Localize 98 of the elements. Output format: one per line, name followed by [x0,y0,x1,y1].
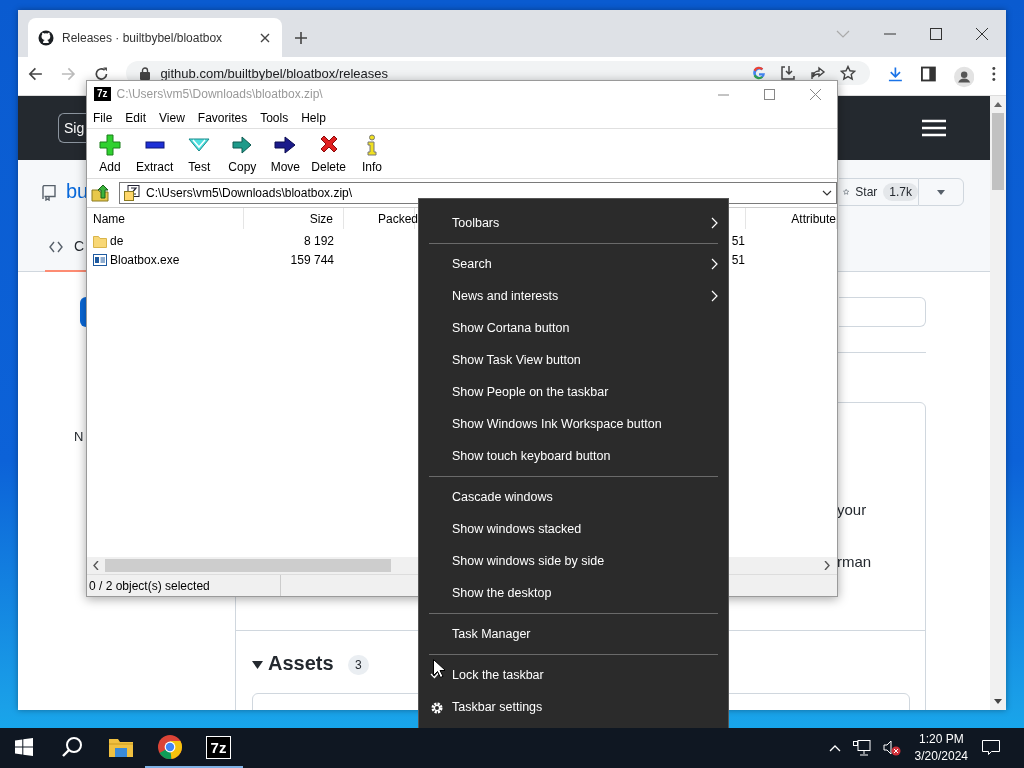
action-button[interactable] [80,297,86,327]
menu-item[interactable]: News and interests [419,280,728,312]
table-cell: 51 [731,233,745,248]
toolbar-button[interactable]: Info [355,134,390,174]
network-icon[interactable] [852,740,871,756]
more-icon[interactable] [992,66,997,82]
toolbar-button[interactable]: Extract [136,134,174,174]
menu-item[interactable]: Edit [125,110,147,125]
menu-item[interactable]: Cascade windows [419,481,728,513]
assets-count: 3 [348,655,369,675]
column-header[interactable]: Packed [344,208,415,229]
folder-icon [108,737,133,757]
menu-item[interactable]: File [93,110,113,125]
app-logo: 7z [94,87,111,101]
assets-heading: Assets [268,652,334,675]
app-logo: 7z [206,736,231,758]
browser-icon [157,735,182,759]
table-cell-text: 8 192 [302,233,335,248]
clock-date[interactable]: 3/20/2024 [914,748,968,765]
menu-icon[interactable] [922,119,946,137]
up-arrow-icon[interactable] [994,102,1002,107]
speaker-muted-icon[interactable] [882,740,901,756]
release-text: your [837,501,867,518]
reload-icon[interactable] [93,66,109,82]
close-icon[interactable] [976,27,988,40]
menu-item[interactable]: Search [419,248,728,280]
menu-item[interactable]: Show the desktop [419,577,728,609]
search-icon [61,736,83,758]
file-name[interactable]: Bloatbox.exe [110,252,180,267]
chevron-up-icon[interactable] [828,744,841,752]
menu-item[interactable]: Toolbars [419,207,728,239]
sidebar-heading: N [74,429,84,444]
menu-item[interactable]: Show Windows Ink Workspace button [419,408,728,440]
browser-tab[interactable]: Releases · builtbybel/bloatbox [28,18,282,57]
colored-g-icon[interactable] [752,66,767,80]
scrollbar[interactable] [990,96,1006,710]
menu-item[interactable]: Show touch keyboard button [419,440,728,472]
plus-icon[interactable] [294,31,308,45]
profile-icon[interactable] [954,66,975,88]
status-text: 0 / 2 object(s) selected [89,578,210,593]
window-title: C:\Users\vm5\Downloads\bloatbox.zip\ [116,87,323,101]
menu-item[interactable]: Show Cortana button [419,312,728,344]
triangle-down-icon[interactable] [252,659,263,670]
toolbar-button[interactable]: Test [182,134,217,174]
arrow-icon [231,134,254,156]
down-arrow-icon[interactable] [994,699,1002,704]
column-header[interactable]: Name [87,208,244,229]
download-icon[interactable] [888,66,904,82]
caret-icon [937,189,945,195]
star-button[interactable]: Star 1.7k [839,178,918,206]
toolbar-button[interactable]: Delete [311,134,347,174]
column-header[interactable]: Attribute [746,208,837,229]
caret-icon[interactable] [822,190,832,196]
taskbar-button[interactable]: 7z [194,728,243,768]
star-count: 1.7k [883,183,918,201]
arrow-icon [274,134,297,156]
settings-icon [430,701,444,715]
toolbar-button[interactable]: Copy [225,134,260,174]
book-icon [42,185,56,201]
menu-item[interactable]: Help [301,110,326,125]
toolbar-button[interactable]: Move [268,134,303,174]
install-icon[interactable] [780,65,797,81]
menu-item[interactable]: Show People on the taskbar [419,376,728,408]
menu-item[interactable]: Task Manager [419,618,728,650]
close-icon[interactable] [260,32,270,43]
menu-item[interactable]: View [159,110,185,125]
notification-icon[interactable] [982,740,1000,756]
share-icon[interactable] [810,65,827,81]
filter-field[interactable] [839,297,926,327]
menu-item[interactable]: Show windows stacked [419,513,728,545]
folder-icon [93,233,107,248]
program-icon [93,252,107,267]
mouse-pointer-icon [433,659,445,678]
table-cell-text: 159 744 [289,252,335,267]
lock-icon [140,66,151,80]
table-cell: 51 [731,252,745,267]
column-header[interactable]: Size [244,208,344,229]
folder-up-icon[interactable] [91,184,109,202]
star-icon[interactable] [840,65,857,81]
maximize-icon[interactable] [930,27,942,40]
menu-item[interactable]: Show windows side by side [419,545,728,577]
side-panel-icon[interactable] [921,66,936,82]
clock-time[interactable]: 1:20 PM [918,731,964,748]
code-icon [49,241,63,253]
menu-item[interactable]: Show Task View button [419,344,728,376]
toolbar-button[interactable]: Add [93,134,127,174]
file-name[interactable]: de [110,233,124,248]
cat-logo-icon [38,29,54,46]
code-tab[interactable]: C [74,238,85,254]
menu-item[interactable]: Taskbar settings [419,691,728,723]
menu-item[interactable]: Tools [260,110,289,125]
windows-logo-icon [15,738,33,756]
release-text: rman [837,553,872,570]
menu-item[interactable]: Favorites [197,110,248,125]
scrollbar-thumb[interactable] [992,113,1004,190]
back-icon[interactable] [28,66,43,82]
plus-icon [99,134,121,156]
archive-icon [124,185,140,201]
